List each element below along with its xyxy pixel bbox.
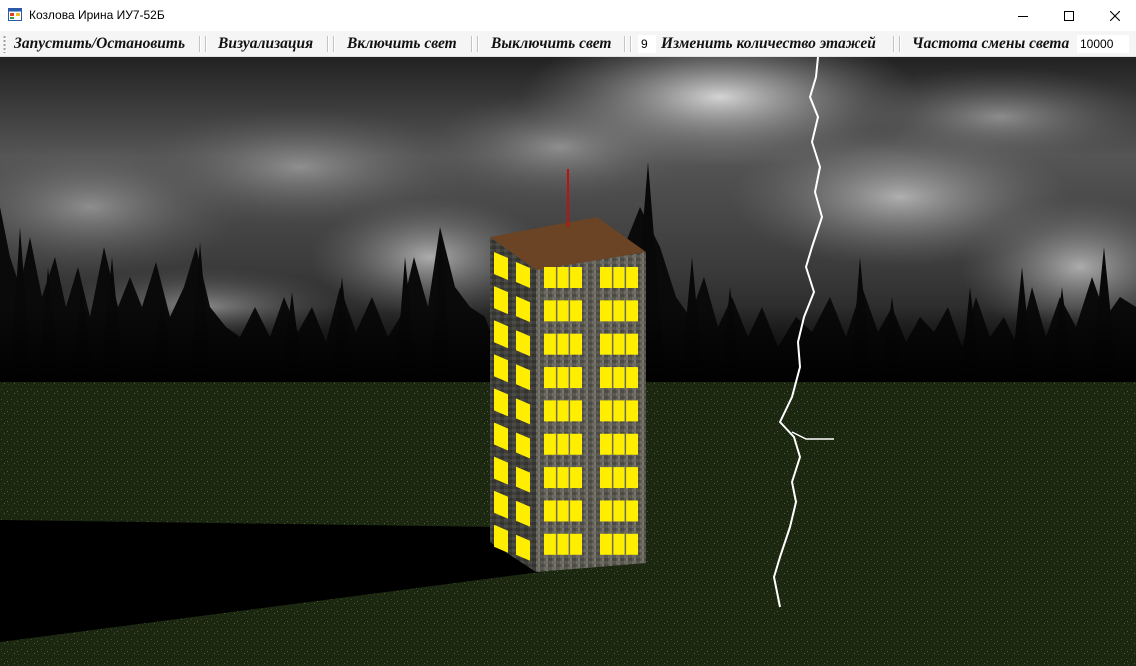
front-window (600, 500, 638, 522)
toolbar-separator (471, 36, 473, 52)
change-floors-button[interactable]: Изменить количество этажей (661, 34, 876, 54)
toolbar-separator (205, 36, 207, 52)
front-window (600, 400, 638, 422)
toolbar-grip[interactable] (3, 35, 6, 53)
minimize-icon (1018, 15, 1028, 17)
start-stop-button[interactable]: Запустить/Остановить (14, 34, 185, 54)
front-window (600, 467, 638, 489)
floors-count-input[interactable] (638, 35, 656, 53)
frequency-input[interactable] (1077, 35, 1129, 53)
front-window (544, 500, 582, 522)
scene-drawing (0, 57, 1136, 666)
light-off-button[interactable]: Выключить свет (491, 34, 611, 54)
app-window-icon (8, 8, 22, 21)
front-window (600, 367, 638, 389)
toolbar-separator (624, 36, 626, 52)
close-icon (1110, 10, 1120, 21)
front-window (600, 433, 638, 455)
front-window (544, 467, 582, 489)
front-window (544, 400, 582, 422)
front-window (544, 333, 582, 355)
toolbar-separator (199, 36, 201, 52)
window-title: Козлова Ирина ИУ7-52Б (29, 8, 165, 22)
title-bar: Козлова Ирина ИУ7-52Б (0, 0, 1136, 31)
toolbar: Запустить/Остановить Визуализация Включи… (0, 31, 1136, 57)
close-button[interactable] (1092, 0, 1136, 31)
front-window (544, 433, 582, 455)
front-window (600, 267, 638, 288)
front-window (544, 300, 582, 322)
maximize-button[interactable] (1046, 0, 1092, 31)
front-window (544, 367, 582, 389)
light-frequency-button[interactable]: Частота смены света (912, 34, 1069, 54)
toolbar-separator (477, 36, 479, 52)
front-window (544, 267, 582, 288)
visualization-canvas[interactable] (0, 57, 1136, 666)
minimize-button[interactable] (1000, 0, 1046, 31)
toolbar-separator (630, 36, 632, 52)
front-window (600, 300, 638, 322)
front-window (544, 533, 582, 555)
visualization-button[interactable]: Визуализация (218, 34, 313, 54)
toolbar-separator (899, 36, 901, 52)
front-window (600, 333, 638, 355)
maximize-icon (1064, 10, 1074, 21)
toolbar-separator (893, 36, 895, 52)
toolbar-separator (333, 36, 335, 52)
front-window (600, 533, 638, 555)
toolbar-separator (327, 36, 329, 52)
light-on-button[interactable]: Включить свет (347, 34, 457, 54)
